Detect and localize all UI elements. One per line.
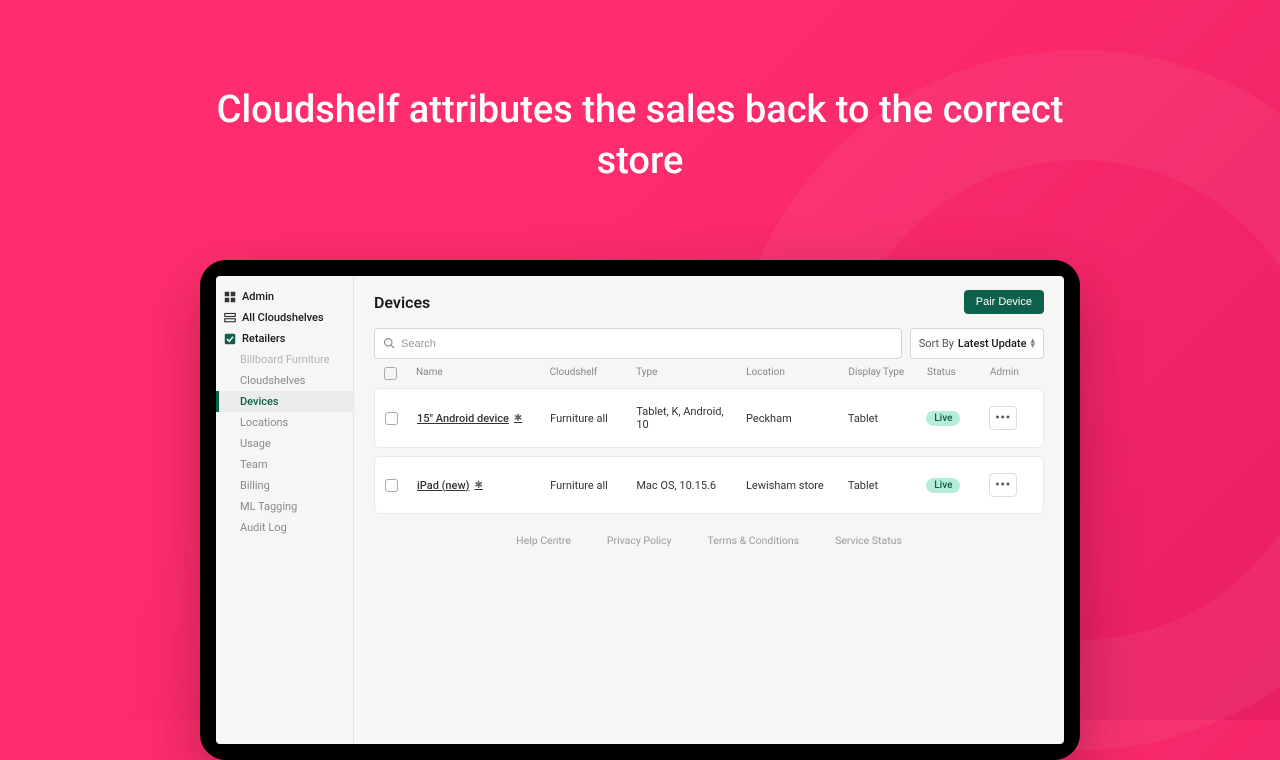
sidebar-item-label: Retailers [242, 332, 285, 345]
cell-type: Mac OS, 10.15.6 [636, 479, 738, 492]
app-screen: Admin All Cloudshelves Retailers Billboa… [216, 276, 1064, 744]
controls-row: Sort By Latest Update ▴▾ [374, 328, 1044, 359]
sidebar-item-label: All Cloudshelves [242, 311, 324, 324]
devices-table: Name Cloudshelf Type Location Display Ty… [374, 359, 1044, 522]
row-checkbox[interactable] [385, 479, 398, 492]
cell-display-type: Tablet [848, 479, 918, 492]
col-location: Location [746, 367, 840, 380]
main-panel: Devices Pair Device Sort By Latest Updat… [354, 276, 1064, 744]
sidebar-sub-ml-tagging[interactable]: ML Tagging [216, 496, 353, 517]
promo-headline: Cloudshelf attributes the sales back to … [190, 0, 1090, 188]
sidebar-sub-locations[interactable]: Locations [216, 412, 353, 433]
table-header: Name Cloudshelf Type Location Display Ty… [374, 359, 1044, 388]
sidebar-sub-cloudshelves[interactable]: Cloudshelves [216, 370, 353, 391]
search-input[interactable] [401, 338, 893, 350]
pair-device-button[interactable]: Pair Device [964, 290, 1044, 314]
sidebar-sub-team[interactable]: Team [216, 454, 353, 475]
cell-location: Peckham [746, 412, 840, 425]
row-checkbox[interactable] [385, 412, 398, 425]
sidebar-sub-usage[interactable]: Usage [216, 433, 353, 454]
retailers-icon [224, 333, 236, 345]
table-row: iPad (new) ✱ Furniture all Mac OS, 10.15… [374, 456, 1044, 514]
sidebar-sub-billing[interactable]: Billing [216, 475, 353, 496]
footer-help[interactable]: Help Centre [516, 534, 571, 547]
page-title: Devices [374, 293, 430, 312]
col-admin: Admin [990, 367, 1034, 380]
cell-display-type: Tablet [848, 412, 918, 425]
cell-cloudshelf: Furniture all [550, 412, 628, 425]
footer-status[interactable]: Service Status [835, 534, 902, 547]
sidebar-sub-audit-log[interactable]: Audit Log [216, 517, 353, 538]
search-icon [383, 334, 395, 353]
col-display-type: Display Type [848, 367, 919, 380]
footer-links: Help Centre Privacy Policy Terms & Condi… [374, 534, 1044, 547]
device-name-text: 15" Android device [417, 412, 509, 425]
cell-type: Tablet, K, Android, 10 [636, 405, 738, 431]
col-status: Status [927, 367, 982, 380]
status-badge: Live [926, 411, 960, 426]
footer-privacy[interactable]: Privacy Policy [607, 534, 672, 547]
sidebar-item-label: Admin [242, 290, 274, 303]
col-type: Type [636, 367, 738, 380]
sidebar-sub-devices[interactable]: Devices [216, 391, 353, 412]
search-wrap[interactable] [374, 328, 902, 359]
select-all-checkbox[interactable] [384, 367, 397, 380]
status-badge: Live [926, 478, 960, 493]
admin-icon [224, 291, 236, 303]
col-name: Name [416, 367, 542, 380]
sort-arrows-icon: ▴▾ [1030, 339, 1035, 348]
cell-cloudshelf: Furniture all [550, 479, 628, 492]
sidebar-item-all-cloudshelves[interactable]: All Cloudshelves [216, 307, 353, 328]
sidebar-item-retailers[interactable]: Retailers [216, 328, 353, 349]
shelves-icon [224, 312, 236, 324]
pin-icon: ✱ [474, 480, 482, 491]
sidebar-item-admin[interactable]: Admin [216, 286, 353, 307]
table-row: 15" Android device ✱ Furniture all Table… [374, 388, 1044, 448]
sort-value: Latest Update [958, 337, 1027, 350]
header-row: Devices Pair Device [374, 290, 1044, 314]
device-frame: Admin All Cloudshelves Retailers Billboa… [200, 260, 1080, 760]
footer-terms[interactable]: Terms & Conditions [708, 534, 800, 547]
device-name-text: iPad (new) [417, 479, 469, 492]
col-cloudshelf: Cloudshelf [550, 367, 629, 380]
pin-icon: ✱ [514, 413, 522, 424]
device-name-link[interactable]: iPad (new) ✱ [417, 479, 542, 492]
sidebar: Admin All Cloudshelves Retailers Billboa… [216, 276, 354, 744]
device-name-link[interactable]: 15" Android device ✱ [417, 412, 542, 425]
row-actions-button[interactable]: ••• [989, 473, 1017, 497]
cell-location: Lewisham store [746, 479, 840, 492]
row-actions-button[interactable]: ••• [989, 406, 1017, 430]
sort-select[interactable]: Sort By Latest Update ▴▾ [910, 328, 1044, 359]
sidebar-sub-billboard[interactable]: Billboard Furniture [216, 349, 353, 370]
sort-label: Sort By [919, 337, 954, 350]
